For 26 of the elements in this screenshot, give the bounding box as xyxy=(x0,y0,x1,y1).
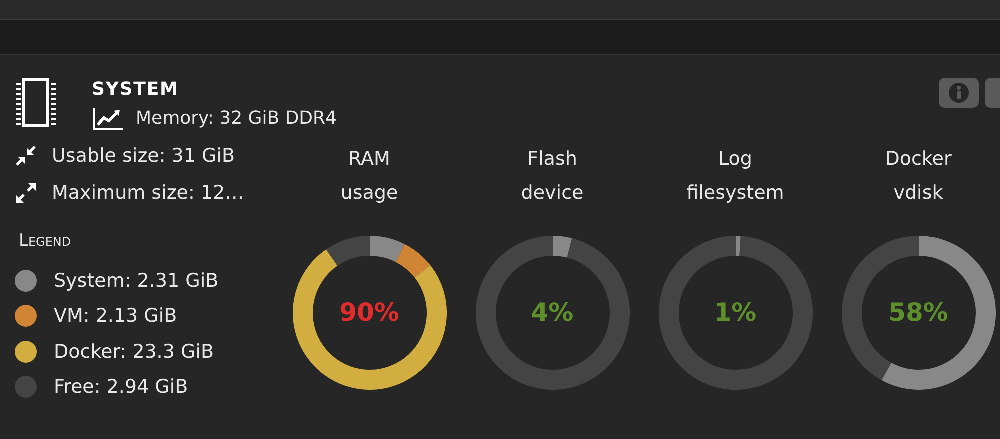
percent-label: 1% xyxy=(714,297,757,330)
gauge-title: Flash device xyxy=(521,147,584,206)
legend-label: VM: 2.13 GiB xyxy=(54,304,178,329)
percent-label: 58% xyxy=(888,297,948,330)
size-label: Usable size: 31 GiB xyxy=(52,144,236,169)
legend-label: System: 2.31 GiB xyxy=(54,268,219,294)
panel-title: SYSTEM xyxy=(92,78,180,102)
size-label: Maximum size: 12… xyxy=(52,180,244,206)
memory-label: Memory: 32 GiB DDR4 xyxy=(136,107,338,131)
percent-label: 90% xyxy=(340,297,400,330)
legend-heading: Legend xyxy=(19,230,72,253)
info-button[interactable] xyxy=(939,78,979,108)
gauge-title: Log filesystem xyxy=(686,147,784,206)
expand-arrows-icon xyxy=(15,182,37,204)
line-chart-icon xyxy=(92,106,124,130)
ring-fill xyxy=(552,236,572,258)
info-icon xyxy=(948,82,970,104)
toolbar-button[interactable] xyxy=(985,78,1000,108)
shrink-arrows-icon xyxy=(15,145,37,168)
memory-chip-icon xyxy=(15,78,57,128)
percent-label: 4% xyxy=(531,297,574,330)
ring-fill xyxy=(735,236,740,256)
legend-label: Docker: 23.3 GiB xyxy=(54,340,214,364)
legend-label: Free: 2.94 GiB xyxy=(54,375,188,400)
gauge-title: RAM usage xyxy=(340,147,398,206)
gauge-title: Docker vdisk xyxy=(885,147,952,206)
